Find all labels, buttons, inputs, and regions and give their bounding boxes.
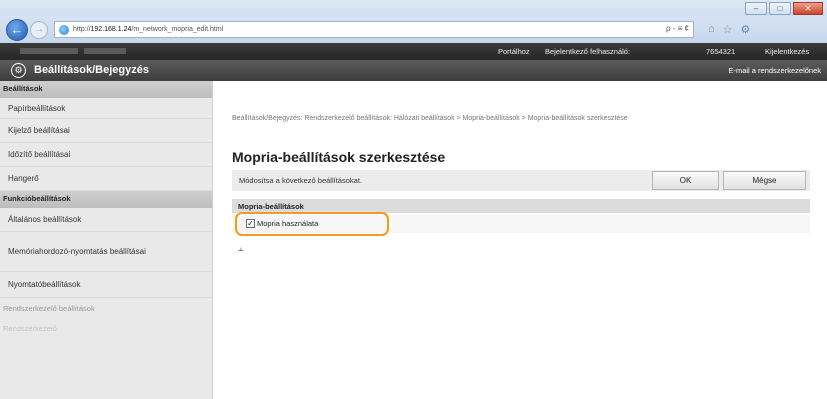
user-id: 7654321	[706, 47, 736, 56]
sidebar-group-functions: Funkcióbeállítások	[0, 191, 212, 208]
product-name-logo	[84, 48, 126, 54]
sidebar-item-admin-settings[interactable]: Rendszerkezelő beállítások	[0, 298, 212, 318]
action-row: Módosítsa a következő beállításokat. OK …	[232, 170, 810, 191]
url-prefix: http://	[73, 26, 91, 33]
maximize-button[interactable]: □	[769, 2, 791, 15]
forward-button[interactable]: →	[30, 20, 48, 39]
url-host: 192.168.1.24	[90, 26, 132, 33]
minimize-button[interactable]: –	[745, 2, 767, 15]
sidebar: Beállítások Papírbeállítások Kijelző beá…	[0, 81, 213, 399]
favorites-icon[interactable]: ☆	[723, 23, 733, 36]
sidebar-item-general[interactable]: Általános beállítások	[0, 208, 212, 232]
mopria-use-checkbox[interactable]: ✓	[246, 219, 255, 228]
address-bar[interactable]: http://192.168.1.24/m_network_mopria_edi…	[54, 21, 694, 38]
main-content: Beállítások/Bejegyzés: Rendszerkezelő be…	[214, 81, 827, 399]
settings-icon[interactable]: ⚙	[741, 23, 751, 36]
edit-prompt: Módosítsa a következő beállításokat.	[239, 176, 362, 185]
sidebar-item-timer[interactable]: Időzítő beállításai	[0, 143, 212, 167]
page-title: Mopria-beállítások szerkesztése	[232, 149, 446, 165]
mopria-use-option[interactable]: ✓ Mopria használata	[246, 219, 318, 228]
mail-admin-link[interactable]: E-mail a rendszerkezelőnek	[728, 66, 821, 75]
mopria-use-label[interactable]: Mopria használata	[257, 219, 318, 228]
breadcrumb: Beállítások/Bejegyzés: Rendszerkezelő be…	[232, 115, 628, 122]
sidebar-item-display[interactable]: Kijelző beállításai	[0, 119, 212, 143]
header-bar: ⚙ Beállítások/Bejegyzés E-mail a rendsze…	[0, 60, 827, 81]
window-controls: – □ ✕	[745, 2, 823, 15]
header-title: Beállítások/Bejegyzés	[34, 64, 149, 76]
url-path: /m_network_mopria_edit.html	[131, 26, 224, 33]
sidebar-item-paper[interactable]: Papírbeállítások	[0, 98, 212, 119]
back-button[interactable]: ←	[6, 18, 28, 41]
browser-address-row: ← → http://192.168.1.24/m_network_mopria…	[0, 16, 827, 43]
product-logo	[20, 48, 78, 54]
user-bar: Portálhoz Bejelentkező felhasználó: 7654…	[0, 43, 827, 60]
sidebar-item-admin[interactable]: Rendszerkezelő	[0, 318, 212, 338]
sidebar-item-volume[interactable]: Hangerő	[0, 167, 212, 191]
ie-page-icon	[59, 24, 69, 35]
sidebar-item-printer[interactable]: Nyomtatóbeállítások	[0, 272, 212, 298]
sidebar-item-memory-print[interactable]: Memóriahordozó-nyomtatás beállításai	[0, 232, 212, 272]
gear-icon: ⚙	[11, 63, 26, 78]
home-icon[interactable]: ⌂	[708, 23, 715, 36]
logout-link[interactable]: Kijelentkezés	[765, 47, 809, 56]
logged-in-label: Bejelentkező felhasználó:	[545, 47, 631, 56]
address-tools[interactable]: ρ - ≡ ¢	[666, 24, 689, 33]
sidebar-group-settings: Beállítások	[0, 81, 212, 98]
browser-toolbar-icons: ⌂ ☆ ⚙	[708, 23, 750, 36]
section-header-mopria: Mopria-beállítások	[232, 199, 810, 213]
portal-link[interactable]: Portálhoz	[498, 47, 530, 56]
to-top-icon[interactable]: ⫠	[238, 243, 243, 254]
mopria-setting-row: ✓ Mopria használata	[232, 212, 810, 236]
cancel-button[interactable]: Mégse	[723, 171, 806, 190]
close-button[interactable]: ✕	[793, 2, 823, 15]
ok-button[interactable]: OK	[652, 171, 719, 190]
